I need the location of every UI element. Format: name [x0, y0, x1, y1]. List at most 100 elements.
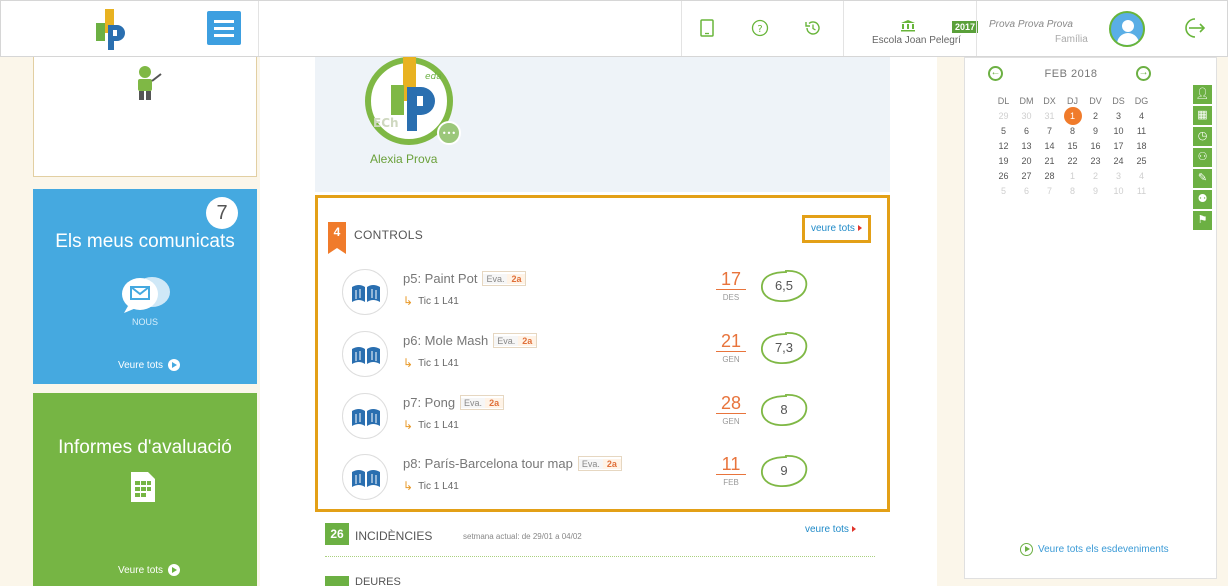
- school-icon: [901, 20, 915, 32]
- menu-button[interactable]: [207, 11, 241, 45]
- flag-icon[interactable]: ⚑: [1193, 211, 1212, 230]
- incidences-count: 26: [325, 523, 349, 545]
- messages-see-all-label: Veure tots: [118, 359, 164, 371]
- messages-card[interactable]: 7 Els meus comunicats NOUS Veure tots: [33, 189, 257, 384]
- calendar-day[interactable]: 27: [1015, 169, 1038, 184]
- calendar-day[interactable]: 30: [1015, 109, 1038, 124]
- calendar-day-number: 17: [1113, 141, 1124, 151]
- calendar-day[interactable]: 20: [1015, 154, 1038, 169]
- control-title-line: p7: Pong Eva. 2a: [403, 395, 505, 410]
- calendar-day-number: 16: [1090, 141, 1101, 151]
- calendar-day[interactable]: 6: [1015, 124, 1038, 139]
- pencil-icon[interactable]: ✎: [1193, 169, 1212, 188]
- calendar-day[interactable]: 3: [1107, 169, 1130, 184]
- reports-see-all-label: Veure tots: [118, 564, 164, 576]
- calendar-day[interactable]: 9: [1084, 184, 1107, 199]
- calendar-day[interactable]: 15: [1061, 139, 1084, 154]
- calendar-day[interactable]: 28: [1038, 169, 1061, 184]
- calendar-day-number: 2: [1092, 111, 1098, 121]
- calendar-day-number: 13: [1021, 141, 1032, 151]
- calendar-day-number: 10: [1113, 126, 1124, 136]
- calendar-day[interactable]: 29: [992, 109, 1015, 124]
- logout-icon[interactable]: [1179, 15, 1209, 43]
- student-photo[interactable]: eda ECh •••: [363, 57, 461, 149]
- calendar-day[interactable]: 9: [1084, 124, 1107, 139]
- play-circle-icon: [1020, 543, 1033, 556]
- messages-see-all[interactable]: Veure tots: [118, 359, 181, 371]
- controls-see-all[interactable]: veure tots: [802, 215, 871, 243]
- calendar-day[interactable]: 6: [1015, 184, 1038, 199]
- reports-title: Informes d'avaluació: [58, 437, 232, 458]
- grade-mark: 7,3: [759, 331, 809, 365]
- calendar-day[interactable]: 26: [992, 169, 1015, 184]
- group-icon[interactable]: ⚉: [1193, 190, 1212, 209]
- school-selector[interactable]: 2017 Escola Joan Pelegrí: [843, 1, 979, 56]
- prev-month-icon[interactable]: ←: [988, 66, 1003, 81]
- calendar-day[interactable]: 17: [1107, 139, 1130, 154]
- date-day: 21: [716, 331, 746, 352]
- control-item[interactable]: p8: París-Barcelona tour map Eva. 2a ↳ Tic…: [342, 454, 862, 514]
- calendar-day[interactable]: 7: [1038, 124, 1061, 139]
- app-logo[interactable]: [91, 7, 131, 52]
- help-icon[interactable]: ?: [747, 15, 773, 41]
- calendar-day[interactable]: 3: [1107, 109, 1130, 124]
- logo-area: [29, 1, 259, 56]
- calendar-day[interactable]: 24: [1107, 154, 1130, 169]
- date-day: 11: [716, 454, 746, 475]
- student-card[interactable]: [33, 57, 257, 177]
- tablet-icon[interactable]: [694, 15, 720, 41]
- calendar-day[interactable]: 10: [1107, 124, 1130, 139]
- control-subject-label: Tic 1 L41: [418, 295, 459, 307]
- calendar-day[interactable]: 19: [992, 154, 1015, 169]
- grade-value: 7,3: [774, 340, 794, 355]
- reports-see-all[interactable]: Veure tots: [118, 564, 181, 576]
- calendar-see-all[interactable]: Veure tots els esdeveniments: [1020, 543, 1169, 556]
- next-month-icon[interactable]: →: [1136, 66, 1151, 81]
- calendar-day[interactable]: 5: [992, 124, 1015, 139]
- calendar-day[interactable]: 14: [1038, 139, 1061, 154]
- user-icon[interactable]: 👤︎: [1193, 85, 1212, 104]
- triangle-right-icon: [857, 225, 862, 231]
- calendar-day-today[interactable]: 1: [1061, 107, 1084, 125]
- arrow-turn-icon: ↳: [403, 479, 414, 493]
- calendar-day-number: 12: [998, 141, 1009, 151]
- avatar[interactable]: [1109, 11, 1145, 47]
- history-icon[interactable]: [800, 15, 826, 41]
- calendar-day[interactable]: 22: [1061, 154, 1084, 169]
- calendar-day[interactable]: 4: [1130, 169, 1153, 184]
- calendar-icon[interactable]: ▦: [1193, 106, 1212, 125]
- calendar-day[interactable]: 4: [1130, 109, 1153, 124]
- control-item[interactable]: p7: Pong Eva. 2a ↳ Tic 1 L41 28 GEN 8: [342, 393, 862, 453]
- incidences-see-all[interactable]: veure tots: [805, 524, 856, 535]
- control-item[interactable]: p5: Paint Pot Eva. 2a ↳ Tic 1 L41 17 DES 6,…: [342, 269, 862, 329]
- calendar-day[interactable]: 11: [1130, 124, 1153, 139]
- calendar-day[interactable]: 7: [1038, 184, 1061, 199]
- calendar-day[interactable]: 8: [1061, 184, 1084, 199]
- calendar-day[interactable]: 11: [1130, 184, 1153, 199]
- calendar-day[interactable]: 31: [1038, 109, 1061, 124]
- calendar-week: 12 13 14 15 16 17 18: [992, 139, 1162, 154]
- calendar-day[interactable]: 2: [1084, 109, 1107, 124]
- calendar-day[interactable]: 16: [1084, 139, 1107, 154]
- calendar-day[interactable]: 13: [1015, 139, 1038, 154]
- reports-card[interactable]: Informes d'avaluació Veure tots: [33, 393, 257, 586]
- calendar-day[interactable]: 25: [1130, 154, 1153, 169]
- calendar-day-number: 5: [1000, 126, 1006, 136]
- calendar-day[interactable]: 10: [1107, 184, 1130, 199]
- calendar-day-number: 4: [1138, 171, 1144, 181]
- clock-icon[interactable]: ◷: [1193, 127, 1212, 146]
- calendar-day[interactable]: 8: [1061, 124, 1084, 139]
- calendar-day[interactable]: 23: [1084, 154, 1107, 169]
- calendar-day[interactable]: 1: [1061, 169, 1084, 184]
- calendar-day[interactable]: 2: [1084, 169, 1107, 184]
- calendar-day[interactable]: 12: [992, 139, 1015, 154]
- book-icon: [342, 393, 388, 439]
- calendar-day[interactable]: 21: [1038, 154, 1061, 169]
- calendar-day[interactable]: 18: [1130, 139, 1153, 154]
- people-icon[interactable]: ⚇: [1193, 148, 1212, 167]
- control-item[interactable]: p6: Mole Mash Eva. 2a ↳ Tic 1 L41 21 GEN 7,…: [342, 331, 862, 391]
- calendar-day[interactable]: 5: [992, 184, 1015, 199]
- student-name[interactable]: Alexia Prova: [370, 152, 437, 166]
- incidences-title: INCIDÈNCIES: [355, 529, 433, 543]
- calendar-week: 5 6 7 8 9 10 11: [992, 184, 1162, 199]
